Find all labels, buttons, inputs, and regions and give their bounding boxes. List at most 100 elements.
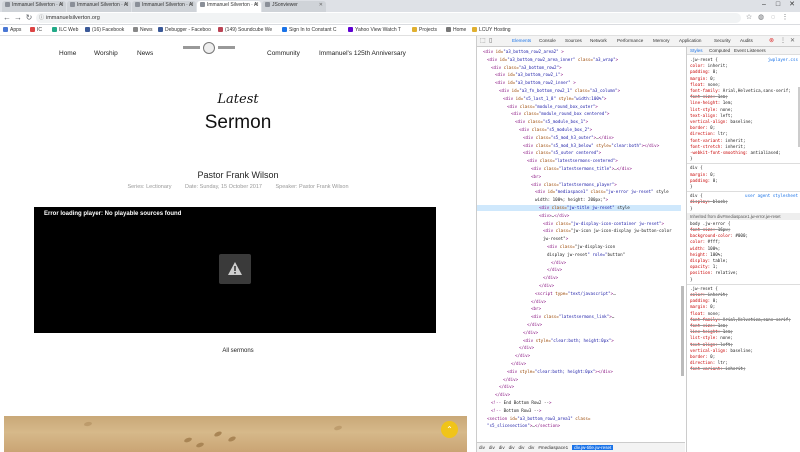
dom-node[interactable]: <!-- End Bottom Row2 --> (477, 400, 681, 406)
browser-tab[interactable]: Immanuel Silverton · Al ✕ (132, 1, 196, 12)
style-property[interactable]: color: inherit; (690, 292, 728, 298)
style-property[interactable]: background-color: #000; (690, 233, 748, 239)
style-property[interactable]: padding: 0; (690, 178, 718, 184)
bookmark-folder[interactable]: Projects (412, 27, 437, 33)
style-property[interactable]: padding: 0; (690, 298, 718, 304)
dom-node[interactable]: <div style="clear:both; height:0px"> (477, 338, 681, 344)
dom-node[interactable]: <div class="s5_module_box_2"> (477, 127, 681, 133)
style-selector[interactable]: div {user agent stylesheet (690, 193, 800, 199)
dom-node[interactable]: </div> (477, 377, 681, 383)
dom-node[interactable]: <div class="s5_mod_h3_outer">…</div> (477, 135, 681, 141)
bookmark-item[interactable]: (149) Soundcube We (218, 27, 272, 33)
bookmark-folder[interactable]: LCUY Hosting (472, 27, 511, 33)
style-property[interactable]: height: 100%; (690, 252, 723, 258)
sermon-speaker[interactable]: Speaker: Pastor Frank Wilson (275, 184, 348, 190)
sermon-series[interactable]: Series: Lectionary (127, 184, 171, 190)
style-property[interactable]: direction: ltr; (690, 360, 728, 366)
style-property[interactable]: opacity: 1; (690, 264, 718, 270)
minimize-icon[interactable]: – (758, 0, 770, 10)
bookmark-item[interactable]: Debugger - Faceboo (158, 27, 211, 33)
dom-node[interactable]: <div id="a3_bottom_row2_area2" > (477, 49, 681, 55)
nav-news[interactable]: News (137, 50, 153, 57)
star-icon[interactable]: ☆ (744, 13, 754, 23)
style-property[interactable]: line-height: 1em; (690, 100, 733, 106)
dom-node[interactable]: <div class="jw-display-icon-container jw… (477, 221, 681, 227)
style-brace[interactable]: } (690, 206, 693, 212)
nav-worship[interactable]: Worship (94, 50, 118, 57)
tab-network[interactable]: Network (590, 38, 607, 43)
dom-node[interactable]: <div id="a3_bottom_row2_area_inner" clas… (477, 57, 681, 63)
style-property[interactable]: font-size: 1em; (690, 323, 728, 329)
dom-node[interactable]: </div> (477, 283, 681, 289)
browser-tab-active[interactable]: Immanuel Silverton · Al ✕ (197, 1, 261, 12)
browser-tab[interactable]: Immanuel Silverton · Al ✕ (67, 1, 131, 12)
tab-computed[interactable]: Computed (709, 48, 730, 53)
dom-node[interactable]: <div class="jw-icon jw-icon-display jw-b… (477, 228, 681, 234)
dom-node[interactable]: <div>…</div> (477, 213, 681, 219)
tab-elements[interactable]: Elements (512, 38, 531, 43)
close-icon[interactable]: ✕ (319, 2, 323, 8)
browser-tab[interactable]: Immanuel Silverton · Al ✕ (2, 1, 66, 12)
style-property[interactable]: list-style: none; (690, 107, 733, 113)
bookmark-item[interactable]: News (133, 27, 153, 33)
style-property[interactable]: line-height: 1em; (690, 329, 733, 335)
sermon-preacher[interactable]: Pastor Frank Wilson (0, 170, 476, 180)
dom-node[interactable]: </div> (477, 353, 681, 359)
breadcrumb-item[interactable]: #mediaspace1 (538, 445, 568, 450)
close-icon[interactable]: ✕ (790, 37, 795, 44)
style-property[interactable]: text-align: left; (690, 113, 733, 119)
style-property[interactable]: margin: 0; (690, 304, 715, 310)
maximize-icon[interactable]: □ (772, 0, 784, 10)
style-property[interactable]: list-style: none; (690, 335, 733, 341)
dom-node[interactable]: </div> (477, 384, 681, 390)
close-icon[interactable]: ✕ (254, 2, 258, 8)
device-toolbar-icon[interactable]: ▯ (489, 37, 492, 44)
close-icon[interactable]: ✕ (59, 2, 63, 8)
scroll-to-top-button[interactable]: ⌃ (441, 421, 458, 438)
breadcrumb-item[interactable]: div (489, 445, 495, 450)
dom-node[interactable]: <div class="a3_bottom_row2"> (477, 65, 681, 71)
extension-icon[interactable]: ◌ (768, 13, 778, 23)
style-property[interactable]: font-family: Arial,Helvetica,sans-serif; (690, 317, 791, 323)
dom-node[interactable]: width: 100%; height: 200px;"> (477, 197, 681, 203)
site-logo[interactable] (183, 42, 235, 60)
dom-node[interactable]: <div class="latestsermons-centered"> (477, 158, 681, 164)
tab-performance[interactable]: Performance (617, 38, 643, 43)
style-property[interactable]: font-variant: inherit; (690, 138, 745, 144)
style-property[interactable]: -webkit-font-smoothing: antialiased; (690, 150, 781, 156)
style-property[interactable]: vertical-align: baseline; (690, 348, 753, 354)
bookmark-item[interactable]: ILC Web (52, 27, 78, 33)
browser-tab[interactable]: JSonviewer ✕ (262, 1, 326, 12)
forward-icon[interactable]: → (13, 13, 23, 23)
style-property[interactable]: font-variant: inherit; (690, 366, 745, 372)
all-sermons-link[interactable]: All sermons (0, 348, 476, 354)
tab-memory[interactable]: Memory (653, 38, 670, 43)
dom-node[interactable]: </div> (477, 275, 681, 281)
back-icon[interactable]: ← (2, 13, 12, 23)
style-property[interactable]: width: 100%; (690, 246, 720, 252)
dom-tree[interactable]: <div id="a3_bottom_row2_area2" > <div id=… (477, 47, 685, 442)
close-icon[interactable]: ✕ (189, 2, 193, 8)
style-selector[interactable]: div { (690, 165, 703, 171)
dom-node[interactable]: <div id="mediaspace1" class="jw-error jw… (477, 189, 681, 195)
tab-security[interactable]: Security (714, 38, 731, 43)
breadcrumb-item[interactable]: div (519, 445, 525, 450)
dom-scrollbar[interactable] (681, 286, 684, 376)
dom-node[interactable]: <div class="jw-display-icon (477, 244, 681, 250)
inspect-icon[interactable]: ⬚ (480, 37, 486, 44)
style-property[interactable]: margin: 0; (690, 172, 715, 178)
dom-node[interactable]: </div> (477, 361, 681, 367)
style-brace[interactable]: } (690, 184, 693, 190)
dom-node[interactable]: <div id="a3_bottom_row2_inner" > (477, 80, 681, 86)
style-property[interactable]: position: relative; (690, 270, 738, 276)
breadcrumb-item[interactable]: div.jw-title.jw-reset (572, 445, 614, 450)
dom-node[interactable]: <div class="module_round_box_outer"> (477, 104, 681, 110)
dom-node[interactable]: display jw-reset" role="button" (477, 252, 681, 258)
tab-sources[interactable]: Sources (565, 38, 582, 43)
style-property[interactable]: border: 0; (690, 125, 715, 131)
dom-node[interactable]: <div id="a3_bottom_row2_i"> (477, 72, 681, 78)
style-source-link[interactable]: jwplayer.css (768, 57, 798, 63)
dom-node[interactable]: <br> (477, 306, 681, 312)
tab-styles[interactable]: Styles (690, 48, 703, 53)
nav-community[interactable]: Community (267, 50, 300, 57)
